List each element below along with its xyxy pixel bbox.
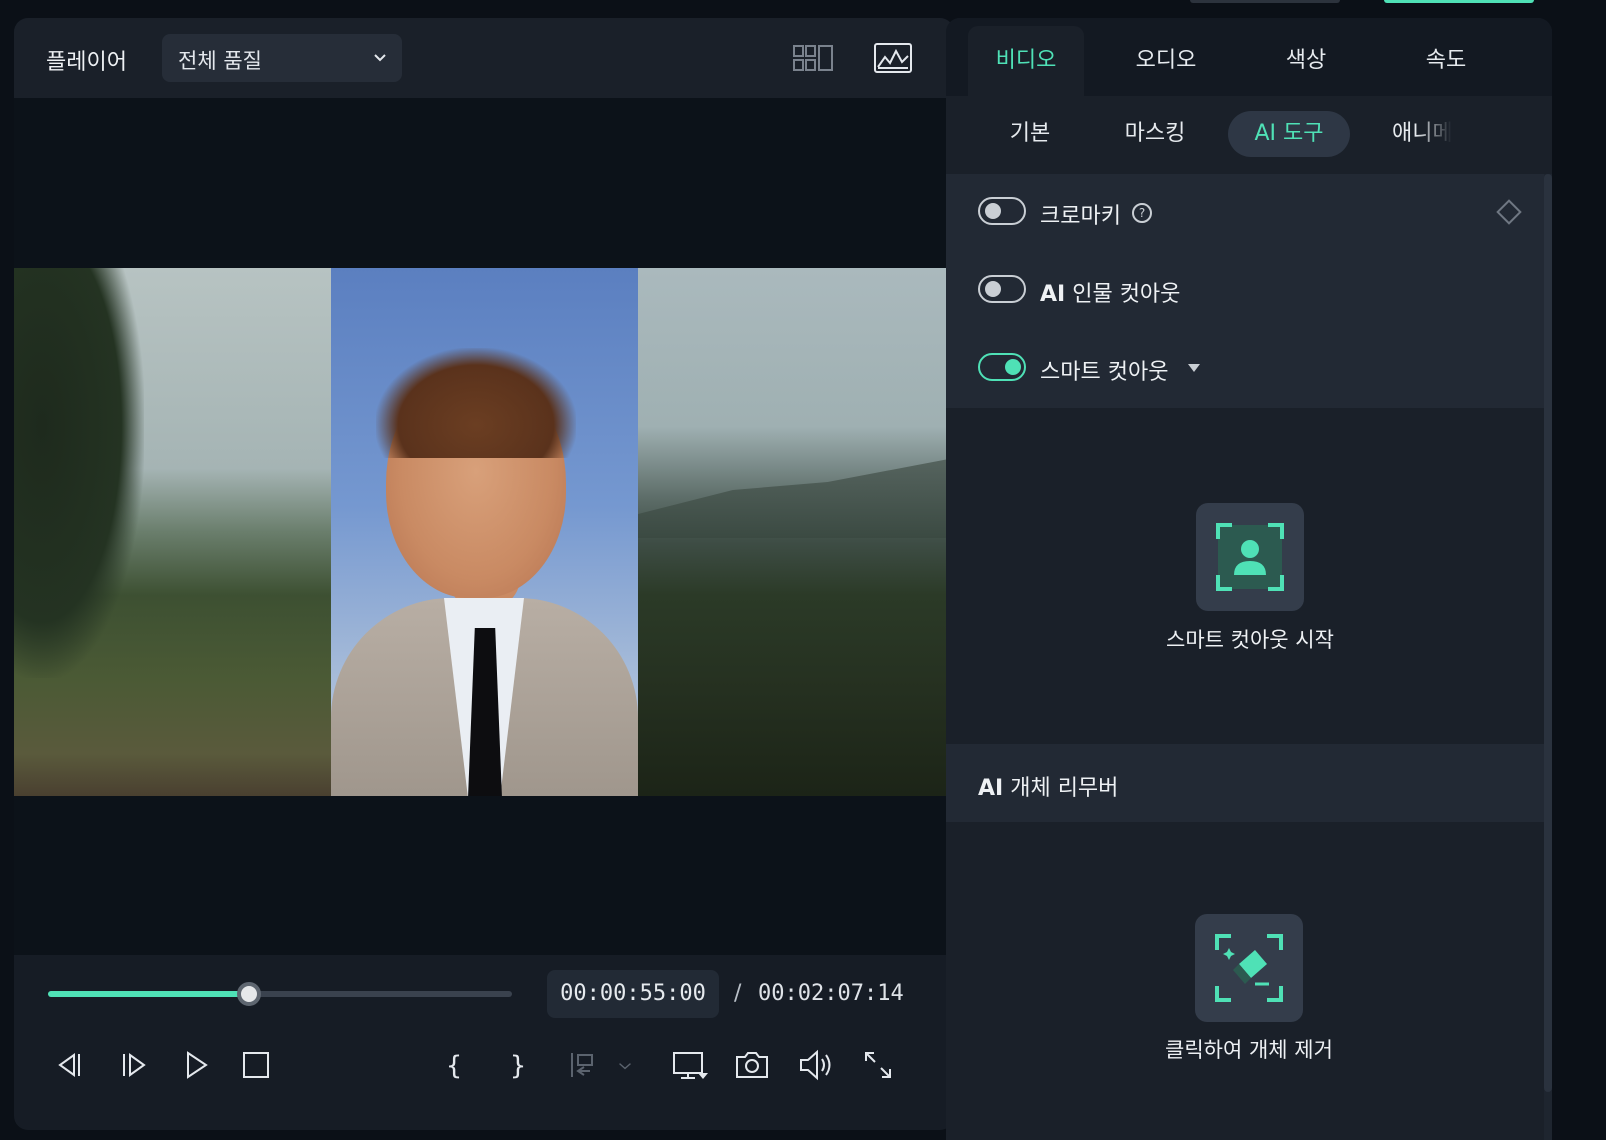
remove-object-button[interactable] — [1195, 914, 1303, 1022]
main-tab-bar: 비디오 오디오 색상 속도 — [946, 18, 1552, 96]
playback-progress-slider[interactable] — [48, 982, 512, 1006]
help-icon[interactable]: ? — [1132, 203, 1152, 223]
tree-shape — [14, 268, 144, 678]
hill-shape — [638, 458, 954, 538]
preview-viewer[interactable] — [14, 98, 954, 998]
person-center-clip — [331, 268, 638, 796]
remove-object-label[interactable]: 클릭하여 개체 제거 — [1099, 1034, 1399, 1064]
mark-in-button[interactable]: { — [432, 1043, 476, 1087]
chroma-key-label: 크로마키 — [1040, 204, 1121, 229]
start-smart-cutout-label[interactable]: 스마트 컷아웃 시작 — [1100, 624, 1400, 654]
smart-cutout-row: 스마트 컷아웃 — [978, 349, 1528, 389]
player-title: 플레이어 — [46, 50, 127, 75]
object-remover-text: 개체 리무버 — [1010, 776, 1119, 801]
sub-tab-bar: 기본 마스킹 AI 도구 애니메이션 — [946, 96, 1552, 174]
progress-fill — [48, 991, 249, 997]
tab-color[interactable]: 색상 — [1248, 26, 1364, 96]
quality-dropdown[interactable]: 전체 품질 — [162, 34, 402, 82]
ai-prefix: AI — [1040, 282, 1066, 307]
properties-panel: 비디오 오디오 색상 속도 기본 마스킹 AI 도구 애니메이션 크로마키 ? … — [946, 18, 1552, 1140]
landscape-left-clip — [14, 268, 331, 796]
caret-down-icon[interactable] — [1188, 364, 1200, 372]
video-preview-frame — [14, 268, 954, 796]
ai-portrait-cutout-label: AI 인물 컷아웃 — [1040, 276, 1180, 308]
volume-icon — [800, 1049, 831, 1081]
play-button[interactable] — [174, 1043, 218, 1087]
ai-portrait-cutout-text: 인물 컷아웃 — [1072, 282, 1181, 307]
eraser-select-icon — [1215, 934, 1283, 1002]
quality-dropdown-value: 전체 품질 — [178, 49, 262, 73]
ai-object-remover-header: AI 개체 리무버 — [946, 744, 1544, 822]
keyframe-diamond-icon[interactable] — [1496, 199, 1522, 225]
tab-speed[interactable]: 속도 — [1388, 26, 1504, 96]
start-smart-cutout-button[interactable] — [1196, 503, 1304, 611]
ai-tools-toggle-section: 크로마키 ? AI 인물 컷아웃 스마트 컷아웃 — [946, 174, 1544, 408]
chroma-key-switch[interactable] — [978, 197, 1026, 225]
tab-video[interactable]: 비디오 — [968, 26, 1084, 96]
time-separator: / — [734, 981, 742, 1006]
total-duration: 00:02:07:14 — [758, 981, 904, 1006]
previous-frame-button[interactable] — [48, 1043, 92, 1087]
grid-layout-icon[interactable] — [792, 40, 836, 76]
next-frame-icon — [123, 1053, 146, 1077]
top-toolbar-accent-edge — [1384, 0, 1534, 3]
fullscreen-button[interactable] — [856, 1043, 900, 1087]
video-scope-icon[interactable] — [872, 40, 916, 76]
chroma-key-row: 크로마키 ? — [978, 193, 1528, 233]
play-icon — [187, 1051, 208, 1079]
display-settings-icon — [673, 1052, 708, 1079]
top-toolbar-edge — [1190, 0, 1340, 3]
person-cutout-icon — [1216, 523, 1284, 591]
chevron-down-icon — [619, 1063, 631, 1070]
subtab-animation[interactable]: 애니메이션 — [1392, 111, 1452, 157]
insert-marker-icon — [571, 1053, 593, 1077]
snapshot-icon — [736, 1052, 768, 1078]
next-frame-button[interactable] — [112, 1043, 156, 1087]
smart-cutout-label: 스마트 컷아웃 — [1040, 360, 1169, 385]
ai-portrait-cutout-switch[interactable] — [978, 275, 1026, 303]
ai-object-remover-title: AI 개체 리무버 — [978, 770, 1118, 802]
fullscreen-icon — [865, 1052, 891, 1078]
transport-bar: 00:00:55:00 / 00:02:07:14 { } — [14, 955, 954, 1130]
ai-prefix: AI — [978, 776, 1004, 801]
stop-icon — [243, 1052, 269, 1078]
snapshot-button[interactable] — [730, 1043, 774, 1087]
properties-scrollbar[interactable] — [1544, 174, 1552, 1092]
subtab-masking[interactable]: 마스킹 — [1102, 111, 1208, 157]
svg-text:{: { — [446, 1051, 463, 1081]
player-panel: 플레이어 전체 품질 00:00:55:00 / 00:02:07:14 {} — [14, 18, 954, 1130]
current-time-field[interactable]: 00:00:55:00 — [547, 970, 719, 1018]
stop-button[interactable] — [234, 1043, 278, 1087]
smart-cutout-switch[interactable] — [978, 353, 1026, 381]
progress-knob[interactable] — [236, 982, 261, 1006]
object-remover-area: 클릭하여 개체 제거 — [946, 822, 1544, 1140]
previous-frame-icon — [58, 1053, 80, 1077]
ai-portrait-cutout-row: AI 인물 컷아웃 — [978, 271, 1528, 311]
hair-shape — [376, 348, 576, 458]
tab-audio[interactable]: 오디오 — [1108, 26, 1224, 96]
mark-in-icon: { — [446, 1051, 463, 1081]
svg-text:}: } — [510, 1051, 527, 1081]
chevron-down-icon — [374, 54, 386, 62]
volume-button[interactable] — [794, 1043, 838, 1087]
player-header: 플레이어 전체 품질 — [14, 18, 954, 98]
subtab-basic[interactable]: 기본 — [982, 111, 1078, 157]
smart-cutout-area: 스마트 컷아웃 시작 — [946, 408, 1544, 744]
mark-out-icon: } — [510, 1051, 527, 1081]
landscape-right-clip — [638, 268, 954, 796]
display-settings-button[interactable] — [668, 1043, 712, 1087]
marker-dropdown-button[interactable] — [610, 1043, 640, 1087]
subtab-ai-tools[interactable]: AI 도구 — [1228, 111, 1350, 157]
insert-marker-button[interactable] — [560, 1043, 604, 1087]
mark-out-button[interactable]: } — [496, 1043, 540, 1087]
